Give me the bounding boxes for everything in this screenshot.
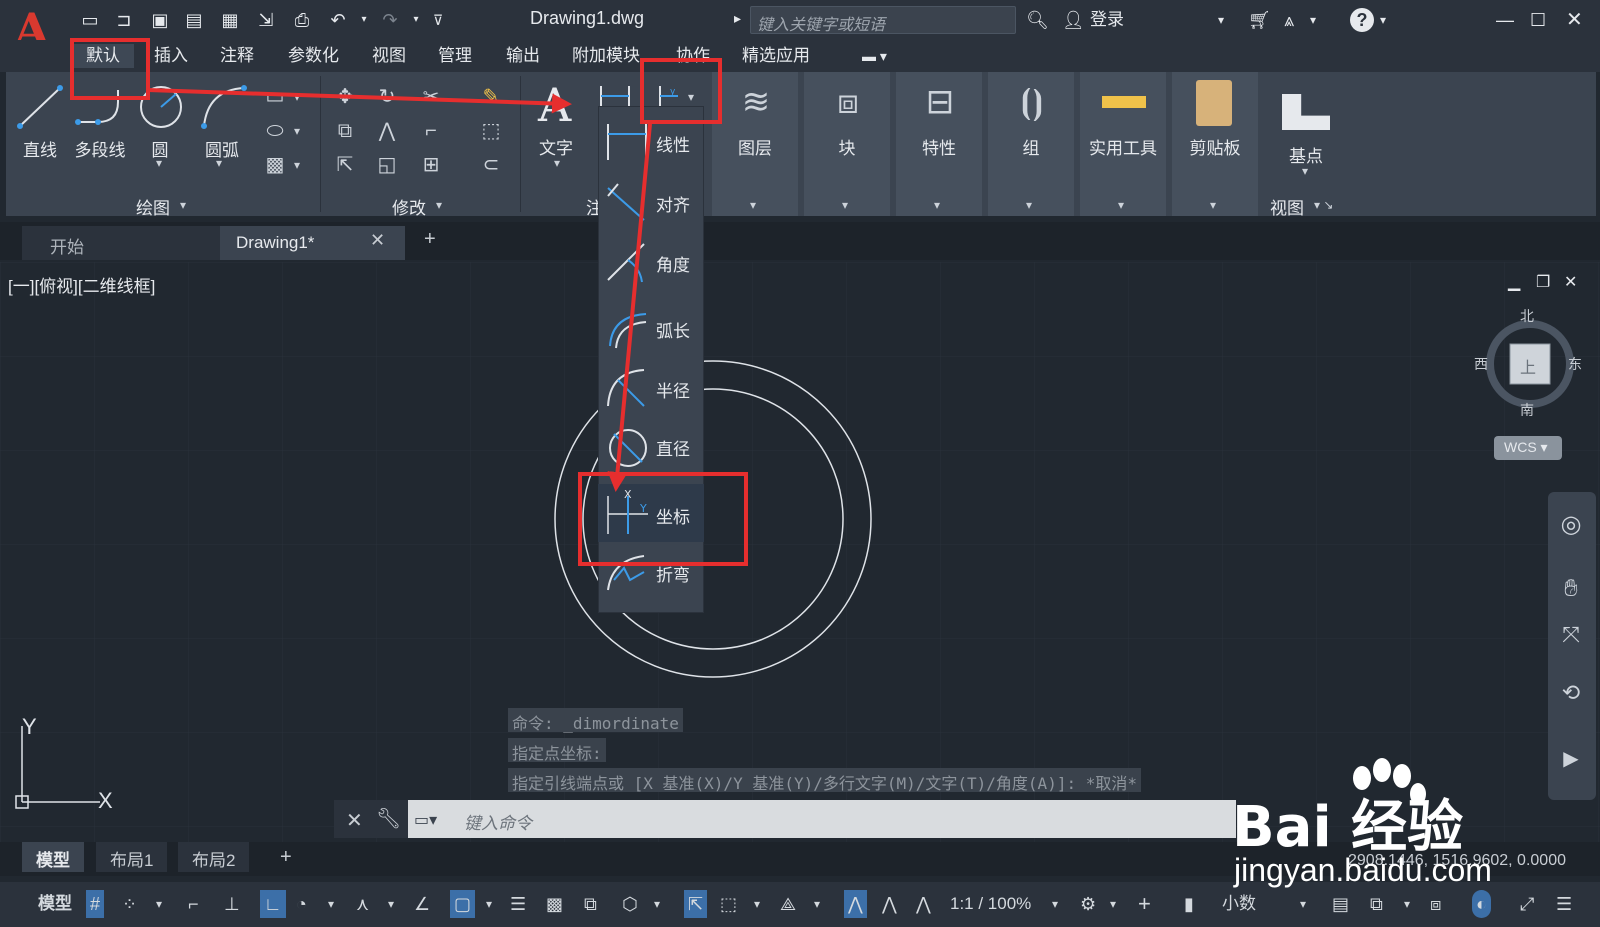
watermark-url: jingyan.baidu.com [1234,852,1492,888]
arrow-to-dimension [147,88,572,114]
watermark-brand: Bai 经验 [1232,795,1464,860]
arrow-to-ordinate [607,123,652,492]
autocad-window: A ▭ ⊐ ▣ ▤ ▦ ⇲ ⎙ ↶ ▾ ↷ ▾ ⊽ Drawing1.dwg ▸… [0,0,1600,927]
